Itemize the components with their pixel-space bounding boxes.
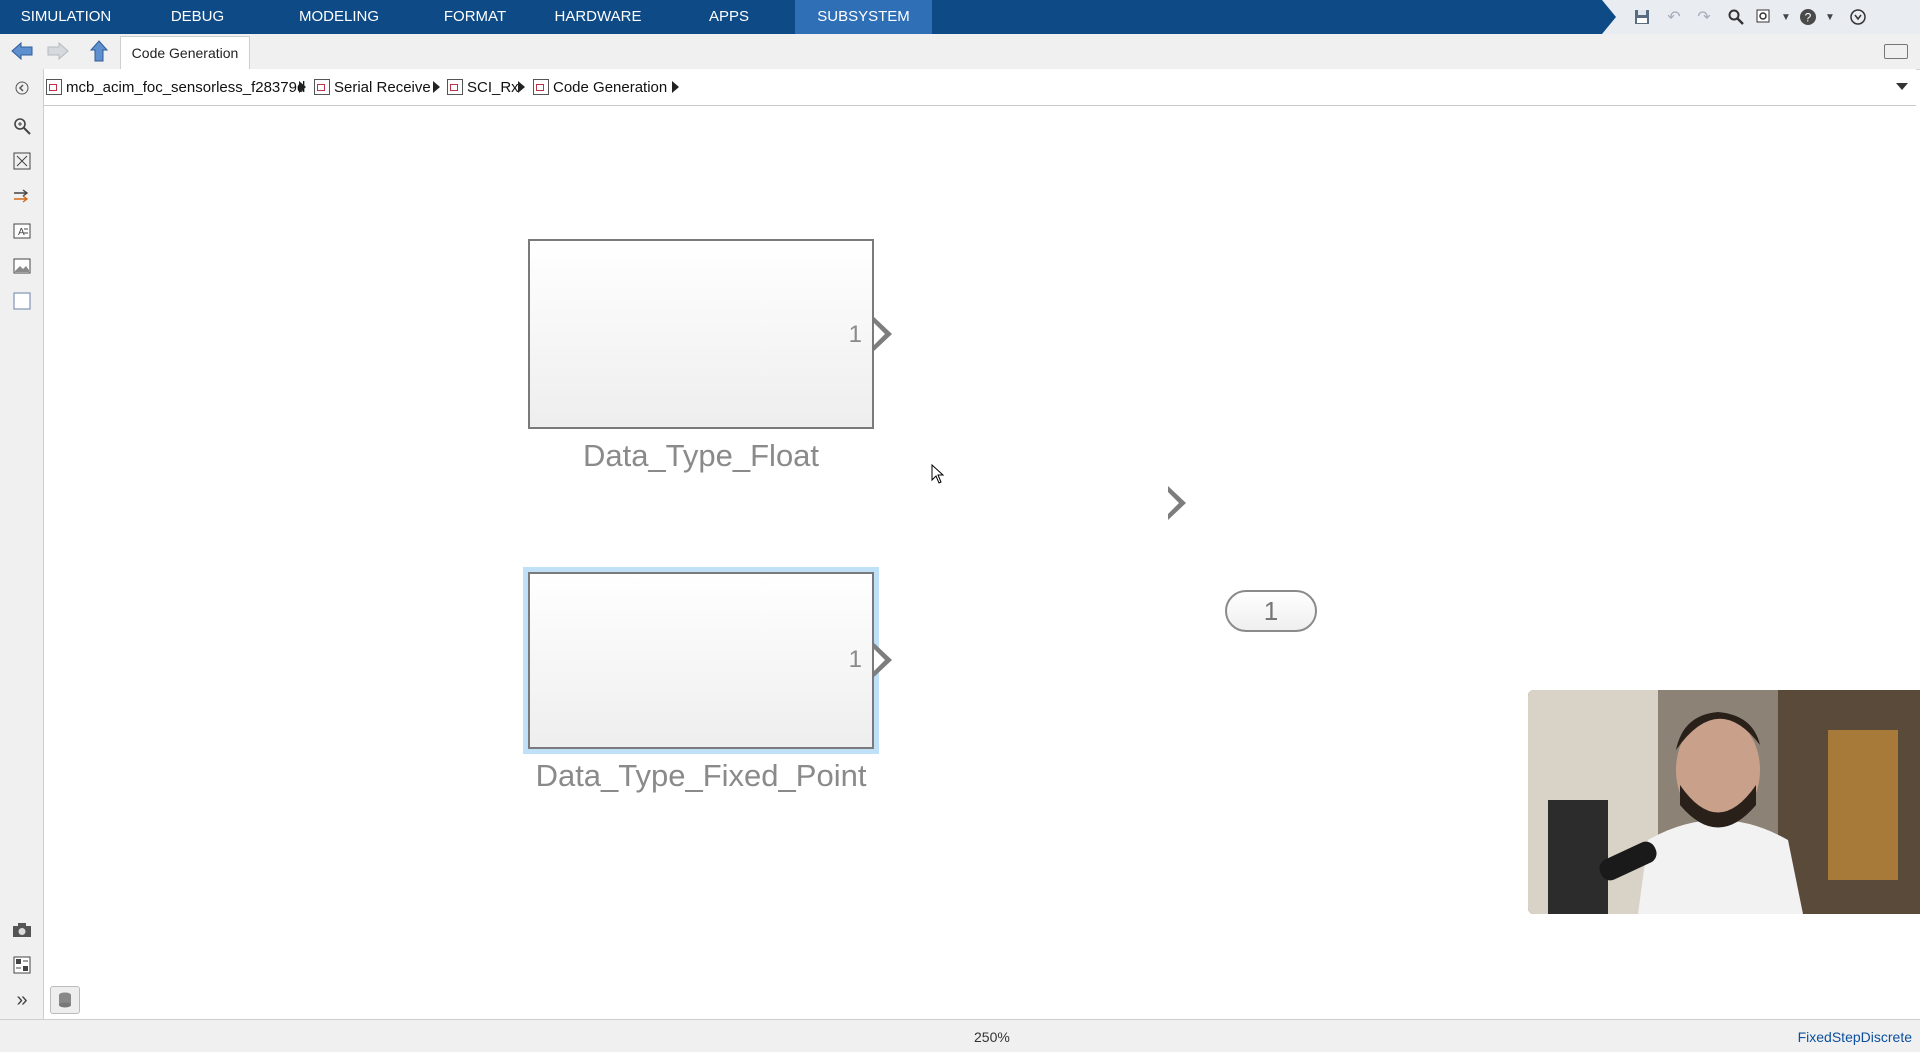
save-icon[interactable] xyxy=(1632,7,1652,27)
expand-double-chevron-icon[interactable]: » xyxy=(11,989,33,1011)
navigation-bar: Code Generation xyxy=(0,34,1920,70)
solver-link[interactable]: FixedStepDiscrete xyxy=(1798,1029,1912,1045)
svg-text:?: ? xyxy=(1805,11,1812,25)
breadcrumb-item-model[interactable]: mcb_acim_foc_sensorless_f28379d xyxy=(46,77,305,97)
breadcrumb-separator-icon[interactable] xyxy=(672,81,679,93)
back-arrow-icon[interactable] xyxy=(10,40,34,62)
output-port-number: 1 xyxy=(848,321,862,348)
chevron-down-icon[interactable]: ▼ xyxy=(1776,7,1796,27)
outport-block[interactable]: 1 xyxy=(1225,590,1317,632)
undo-icon[interactable]: ↶ xyxy=(1664,7,1684,27)
search-docs-icon[interactable] xyxy=(1754,7,1774,27)
signal-routing-icon[interactable] xyxy=(11,185,33,207)
outport-input-arrow-icon[interactable] xyxy=(1168,486,1186,520)
model-icon xyxy=(46,79,62,95)
status-bar: 250% FixedStepDiscrete xyxy=(0,1019,1920,1052)
output-port-arrow-icon[interactable] xyxy=(874,317,892,351)
help-chevron-down-icon[interactable]: ▼ xyxy=(1820,7,1840,27)
zoom-level: 250% xyxy=(974,1029,1010,1045)
webcam-overlay xyxy=(1528,690,1920,914)
image-icon[interactable] xyxy=(11,255,33,277)
breadcrumb-item-code-generation[interactable]: Code Generation xyxy=(533,77,667,97)
svg-text:A: A xyxy=(18,227,25,238)
tab-debug[interactable]: DEBUG xyxy=(155,0,240,34)
presenter-video-image xyxy=(1528,690,1920,914)
fit-to-view-icon[interactable] xyxy=(11,150,33,172)
model-tab[interactable]: Code Generation xyxy=(120,36,250,69)
quick-access-toolbar: ↶ ↷ ▼ ? ▼ xyxy=(1602,0,1920,34)
hide-explorer-icon[interactable] xyxy=(11,77,33,99)
model-browser-icon[interactable] xyxy=(11,954,33,976)
tab-simulation[interactable]: SIMULATION xyxy=(10,0,122,34)
tab-hardware[interactable]: HARDWARE xyxy=(548,0,648,34)
breadcrumb: mcb_acim_foc_sensorless_f28379d Serial R… xyxy=(44,69,1916,107)
toolstrip-tab-bar: SIMULATION DEBUG MODELING FORMAT HARDWAR… xyxy=(0,0,1920,59)
zoom-icon[interactable] xyxy=(11,115,33,137)
block-label[interactable]: Data_Type_Float xyxy=(488,438,914,474)
output-port-arrow-icon[interactable] xyxy=(874,643,892,677)
help-icon[interactable]: ? xyxy=(1798,7,1818,27)
tab-modeling[interactable]: MODELING xyxy=(284,0,394,34)
subsystem-icon xyxy=(533,79,549,95)
tab-subsystem-block[interactable]: SUBSYSTEM BLOCK xyxy=(795,0,932,59)
breadcrumb-item-serial-receive[interactable]: Serial Receive xyxy=(314,77,431,97)
subsystem-icon xyxy=(447,79,463,95)
area-icon[interactable] xyxy=(11,290,33,312)
tab-format[interactable]: FORMAT xyxy=(425,0,525,34)
subsystem-icon xyxy=(314,79,330,95)
find-icon[interactable] xyxy=(1726,7,1746,27)
breadcrumb-history-chevron-down-icon[interactable] xyxy=(1896,83,1908,90)
subsystem-block-data-type-float[interactable]: 1 xyxy=(528,239,874,429)
keyboard-icon[interactable] xyxy=(1884,44,1908,59)
block-label[interactable]: Data_Type_Fixed_Point xyxy=(488,758,914,794)
outport-number: 1 xyxy=(1263,596,1279,626)
breadcrumb-separator-icon[interactable] xyxy=(299,81,306,93)
collapse-toolstrip-icon[interactable] xyxy=(1848,7,1868,27)
annotation-icon[interactable]: A xyxy=(11,220,33,242)
forward-arrow-icon[interactable] xyxy=(46,40,70,62)
breadcrumb-separator-icon[interactable] xyxy=(433,81,440,93)
database-icon xyxy=(59,992,71,1008)
tab-apps[interactable]: APPS xyxy=(694,0,764,34)
breadcrumb-separator-icon[interactable] xyxy=(518,81,525,93)
camera-icon[interactable] xyxy=(11,919,33,941)
model-data-button[interactable] xyxy=(50,986,80,1014)
breadcrumb-item-sci-rx[interactable]: SCI_Rx xyxy=(447,77,519,97)
subsystem-block-data-type-fixed-point[interactable]: 1 xyxy=(528,572,874,749)
left-palette: A » xyxy=(0,69,44,1019)
output-port-number: 1 xyxy=(848,646,862,673)
redo-icon[interactable]: ↷ xyxy=(1694,7,1714,27)
mouse-cursor-icon xyxy=(931,464,945,484)
up-arrow-icon[interactable] xyxy=(87,40,111,62)
